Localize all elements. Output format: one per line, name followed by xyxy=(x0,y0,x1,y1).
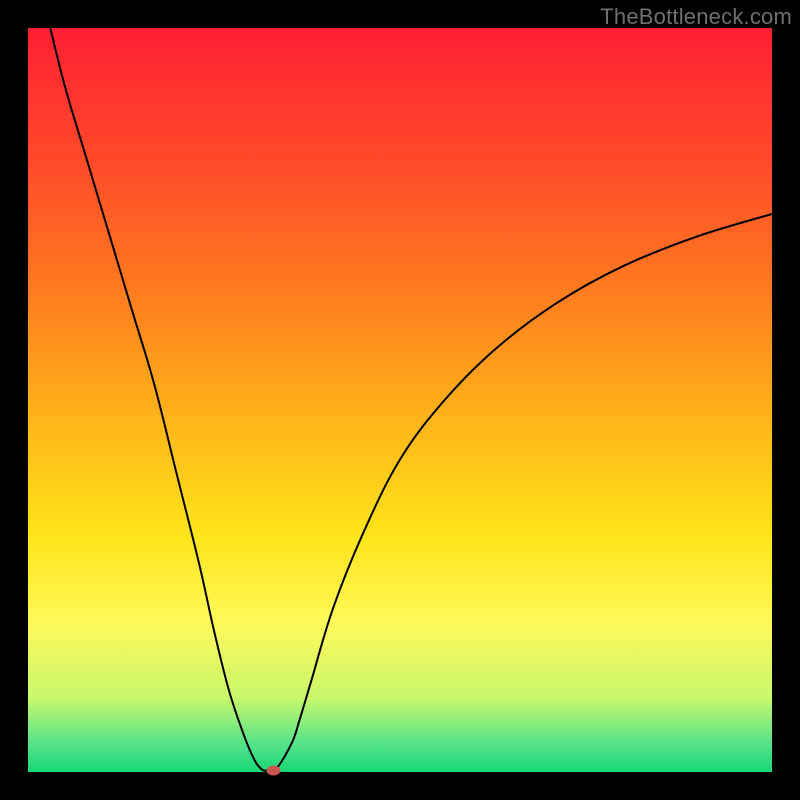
curve-svg xyxy=(28,28,772,772)
plot-area xyxy=(28,28,772,772)
bottleneck-curve xyxy=(50,28,772,771)
chart-frame: TheBottleneck.com xyxy=(0,0,800,800)
optimal-marker xyxy=(267,766,281,776)
watermark-text: TheBottleneck.com xyxy=(600,4,792,30)
